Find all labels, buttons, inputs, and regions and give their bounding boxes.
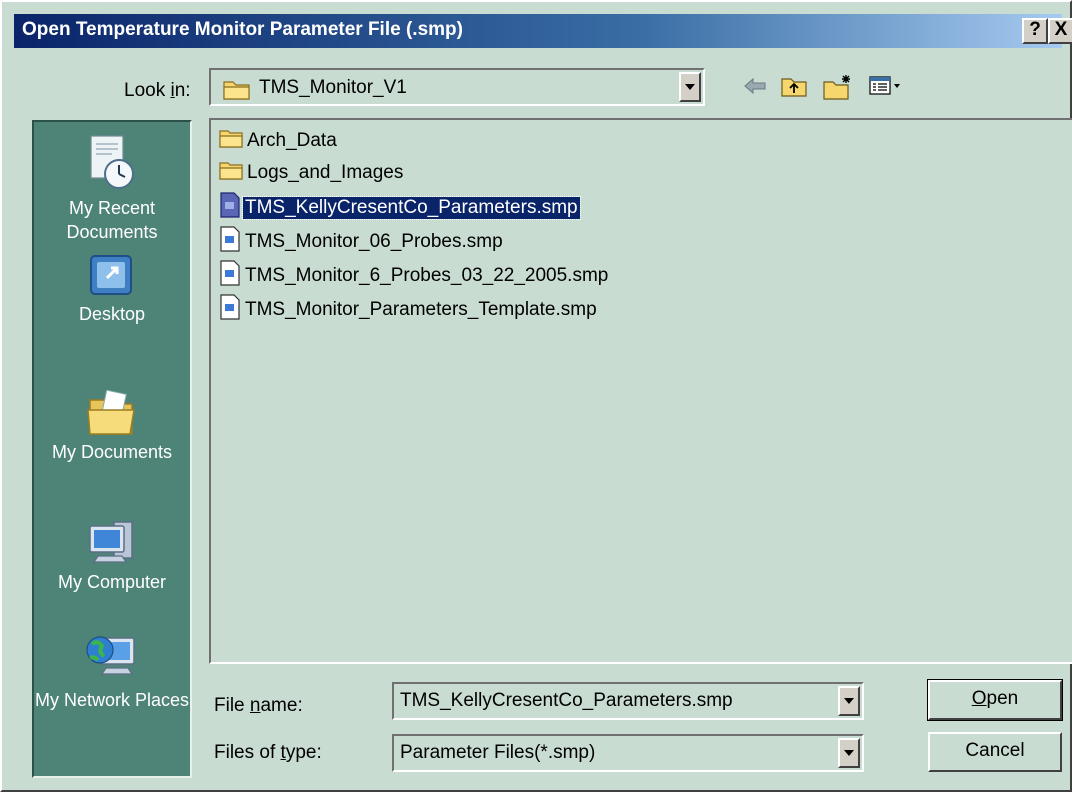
file-name-dropdown-button[interactable] bbox=[838, 686, 860, 716]
close-button[interactable]: X bbox=[1048, 18, 1072, 44]
file-name-field[interactable]: TMS_KellyCresentCo_Parameters.smp bbox=[392, 682, 864, 720]
open-button[interactable]: Open bbox=[927, 679, 1063, 721]
my-computer-icon bbox=[34, 516, 190, 568]
look-in-dropdown-button[interactable] bbox=[679, 72, 701, 102]
place-my-network-places[interactable]: My Network Places bbox=[34, 628, 190, 712]
up-one-level-icon[interactable] bbox=[780, 74, 808, 103]
place-label: Desktop bbox=[78, 304, 146, 324]
place-my-computer[interactable]: My Computer bbox=[34, 516, 190, 594]
place-my-documents[interactable]: My Documents bbox=[34, 388, 190, 464]
list-item[interactable]: TMS_Monitor_06_Probes.smp bbox=[219, 226, 505, 254]
new-folder-icon[interactable] bbox=[822, 74, 854, 105]
file-item-name: TMS_KellyCresentCo_Parameters.smp bbox=[242, 196, 581, 220]
back-arrow-icon[interactable] bbox=[742, 74, 768, 103]
place-label: My Documents bbox=[51, 442, 173, 462]
file-name-value: TMS_KellyCresentCo_Parameters.smp bbox=[400, 690, 733, 711]
file-type-label: Files of type: bbox=[214, 742, 322, 763]
my-documents-icon bbox=[34, 388, 190, 438]
recent-documents-icon bbox=[34, 134, 190, 194]
file-item-name: TMS_Monitor_6_Probes_03_22_2005.smp bbox=[245, 265, 609, 286]
folder-icon bbox=[223, 78, 251, 105]
place-label: My Network Places bbox=[34, 690, 190, 710]
help-button[interactable]: ? bbox=[1022, 18, 1048, 44]
place-label: My Computer bbox=[57, 572, 167, 592]
file-item-name: Arch_Data bbox=[247, 130, 337, 151]
smp-file-icon bbox=[219, 192, 241, 224]
file-type-select[interactable]: Parameter Files(*.smp) bbox=[392, 734, 864, 772]
file-item-name: TMS_Monitor_Parameters_Template.smp bbox=[245, 299, 597, 320]
list-item[interactable]: Logs_and_Images bbox=[219, 160, 405, 188]
open-file-dialog: Open Temperature Monitor Parameter File … bbox=[0, 0, 1072, 792]
file-item-name: TMS_Monitor_06_Probes.smp bbox=[245, 231, 503, 252]
list-item[interactable]: TMS_Monitor_6_Probes_03_22_2005.smp bbox=[219, 260, 610, 288]
list-item[interactable]: TMS_Monitor_Parameters_Template.smp bbox=[219, 294, 599, 322]
folder-icon bbox=[219, 128, 243, 154]
look-in-combo[interactable]: TMS_Monitor_V1 bbox=[209, 68, 705, 106]
file-type-dropdown-button[interactable] bbox=[838, 738, 860, 768]
cancel-button[interactable]: Cancel bbox=[928, 732, 1062, 772]
place-my-recent-documents[interactable]: My Recent Documents bbox=[34, 134, 190, 244]
file-list[interactable]: Arch_Data Logs_and_Images TMS_KellyCrese… bbox=[209, 118, 1072, 664]
network-places-icon bbox=[34, 628, 190, 686]
place-desktop[interactable]: Desktop bbox=[34, 252, 190, 326]
smp-file-icon bbox=[219, 294, 241, 326]
desktop-icon bbox=[34, 252, 190, 300]
file-type-value: Parameter Files(*.smp) bbox=[400, 742, 596, 763]
smp-file-icon bbox=[219, 260, 241, 292]
look-in-value: TMS_Monitor_V1 bbox=[259, 77, 407, 98]
look-in-label: Look in: bbox=[124, 80, 191, 101]
file-name-label: File name: bbox=[214, 695, 303, 716]
window-title: Open Temperature Monitor Parameter File … bbox=[22, 19, 463, 40]
list-item[interactable]: Arch_Data bbox=[219, 128, 339, 156]
smp-file-icon bbox=[219, 226, 241, 258]
list-item-selected[interactable]: TMS_KellyCresentCo_Parameters.smp bbox=[219, 192, 581, 220]
file-item-name: Logs_and_Images bbox=[247, 162, 404, 183]
title-bar[interactable]: Open Temperature Monitor Parameter File … bbox=[14, 14, 1072, 48]
place-label: My Recent Documents bbox=[66, 198, 158, 242]
places-bar: My Recent Documents Desktop My Documents… bbox=[32, 120, 192, 778]
views-menu-icon[interactable] bbox=[868, 74, 902, 103]
folder-icon bbox=[219, 160, 243, 186]
